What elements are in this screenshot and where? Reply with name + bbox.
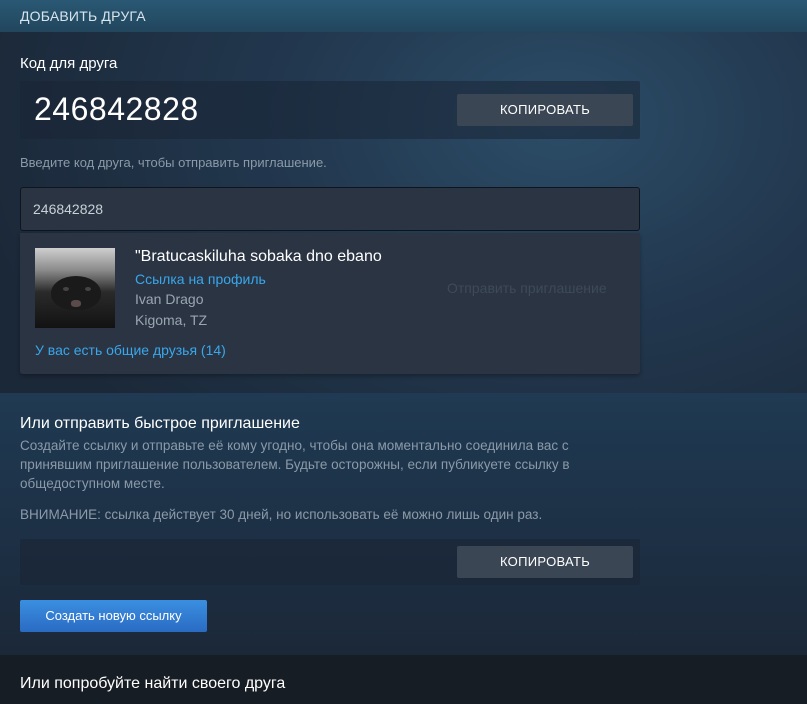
avatar[interactable] <box>35 248 115 328</box>
avatar-eye <box>85 287 91 291</box>
mutual-friends-link[interactable]: У вас есть общие друзья (14) <box>35 342 226 358</box>
quick-invite-section: Или отправить быстрое приглашение Создай… <box>0 393 807 655</box>
friend-code-value: 246842828 <box>34 91 199 127</box>
avatar-nose <box>71 300 81 307</box>
friend-code-input[interactable] <box>20 187 640 231</box>
find-friend-title: Или попробуйте найти своего друга <box>20 675 286 692</box>
quick-invite-title: Или отправить быстрое приглашение <box>20 415 300 432</box>
profile-link[interactable]: Ссылка на профиль <box>135 271 266 287</box>
copy-code-button[interactable]: КОПИРОВАТЬ <box>457 94 633 126</box>
avatar-eye <box>63 287 69 291</box>
friend-location: Kigoma, TZ <box>135 312 208 328</box>
search-result-card: "Bratucaskiluha sobaka dno ebano Ссылка … <box>20 233 640 374</box>
friend-name: "Bratucaskiluha sobaka dno ebano <box>135 248 382 265</box>
friend-code-heading: Код для друга <box>20 55 118 72</box>
invite-link-box: КОПИРОВАТЬ <box>20 539 640 585</box>
add-friend-page: ДОБАВИТЬ ДРУГА Код для друга 246842828 К… <box>0 0 807 704</box>
copy-link-button[interactable]: КОПИРОВАТЬ <box>457 546 633 578</box>
send-invite-button[interactable]: Отправить приглашение <box>447 280 607 296</box>
friend-real-name: Ivan Drago <box>135 291 204 307</box>
find-friend-section: Или попробуйте найти своего друга <box>0 655 807 704</box>
quick-invite-warning: ВНИМАНИЕ: ссылка действует 30 дней, но и… <box>20 507 543 522</box>
friend-code-box: 246842828 КОПИРОВАТЬ <box>20 81 640 139</box>
create-new-link-button[interactable]: Создать новую ссылку <box>20 600 207 632</box>
page-header: ДОБАВИТЬ ДРУГА <box>0 0 807 32</box>
quick-invite-description: Создайте ссылку и отправьте её кому угод… <box>20 438 570 491</box>
invite-hint: Введите код друга, чтобы отправить пригл… <box>20 155 327 170</box>
